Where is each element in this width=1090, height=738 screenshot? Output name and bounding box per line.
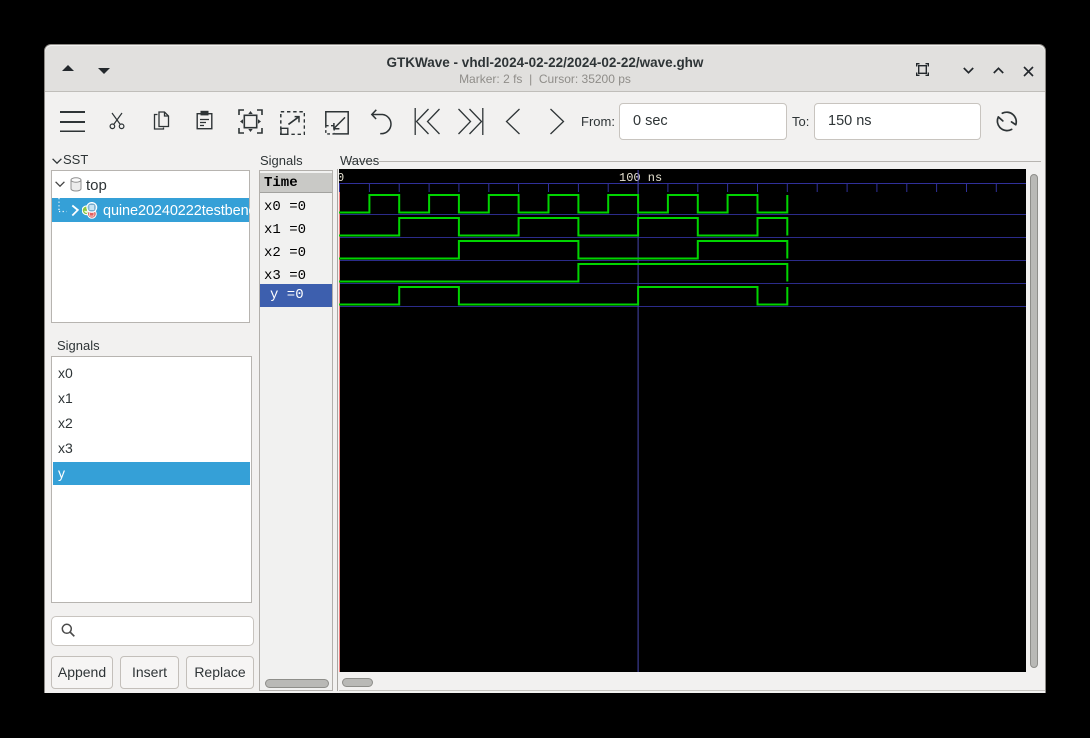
svg-text:100 ns: 100 ns xyxy=(619,171,662,185)
svg-text:0: 0 xyxy=(339,171,344,185)
